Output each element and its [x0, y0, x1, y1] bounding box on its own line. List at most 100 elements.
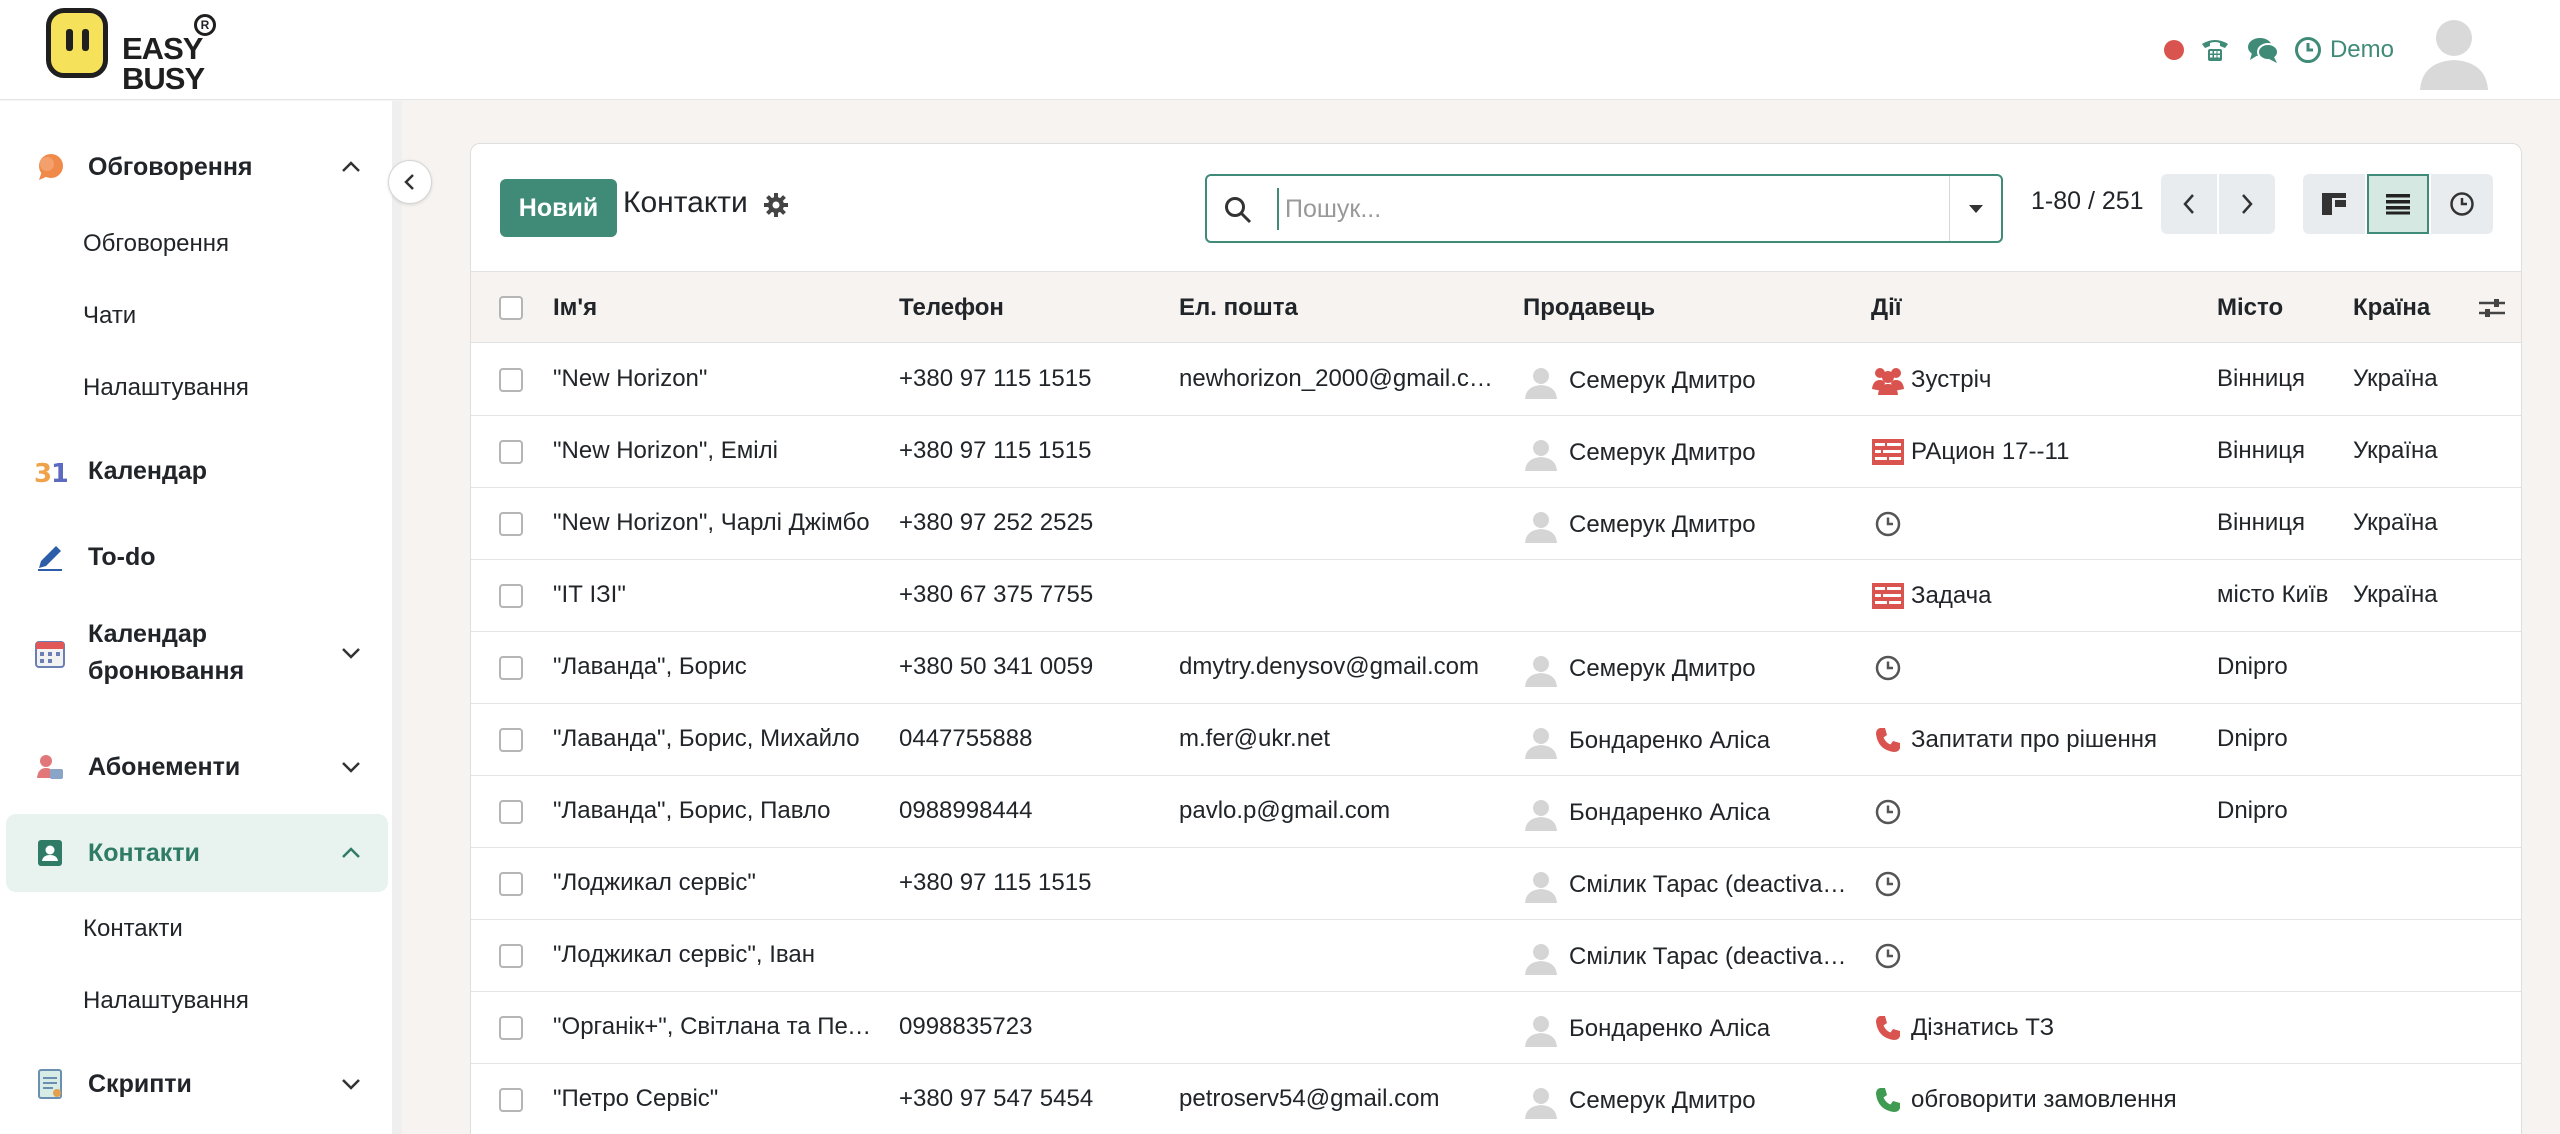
column-header-name[interactable]: Ім'я [553, 294, 597, 322]
cell-email[interactable]: dmytry.denysov@gmail.com [1179, 653, 1501, 681]
new-button[interactable]: Новий [500, 179, 617, 237]
cell-seller[interactable]: Семерук Дмитро [1523, 433, 1853, 473]
sidebar-subitem-chats[interactable]: Чати [83, 302, 136, 330]
easybusy-logo[interactable]: EASY BUSY R [46, 8, 226, 94]
chevron-down-icon[interactable] [336, 752, 366, 782]
cell-email[interactable]: petroserv54@gmail.com [1179, 1085, 1501, 1113]
cell-phone[interactable]: +380 97 547 5454 [899, 1085, 1159, 1113]
cell-phone[interactable]: +380 67 375 7755 [899, 581, 1159, 609]
cell-phone[interactable]: +380 97 252 2525 [899, 509, 1159, 537]
cell-seller[interactable]: Семерук Дмитро [1523, 505, 1853, 545]
task-list-icon[interactable] [1871, 579, 1905, 613]
sidebar-subitem-contacts[interactable]: Контакти [83, 915, 183, 943]
cell-activity[interactable]: обговорити замовлення [1871, 1080, 2193, 1120]
cell-name[interactable]: "Лоджикал сервіс" [553, 869, 875, 897]
clock-icon[interactable] [1871, 939, 1905, 973]
table-row[interactable]: "New Horizon" +380 97 115 1515 newhorizon_… [471, 344, 2521, 416]
cell-country[interactable]: Україна [2353, 509, 2483, 537]
row-checkbox[interactable] [499, 1016, 523, 1040]
cell-seller[interactable]: Бондаренко Аліса [1523, 1009, 1853, 1049]
chevron-up-icon[interactable] [336, 838, 366, 868]
pager-previous-button[interactable] [2161, 174, 2217, 234]
sidebar-item-todo[interactable]: To-do [6, 531, 388, 583]
cell-seller[interactable]: Семерук Дмитро [1523, 361, 1853, 401]
cell-phone[interactable]: 0447755888 [899, 725, 1159, 753]
table-row[interactable]: "ІТ ІЗІ" +380 67 375 7755 Задача місто Київ… [471, 560, 2521, 632]
row-checkbox[interactable] [499, 1088, 523, 1112]
cell-activity[interactable] [1871, 936, 2193, 976]
pager-next-button[interactable] [2219, 174, 2275, 234]
cell-phone[interactable]: +380 97 115 1515 [899, 869, 1159, 897]
cell-email[interactable]: newhorizon_2000@gmail.com [1179, 365, 1501, 393]
search-input[interactable] [1277, 188, 1917, 230]
cell-city[interactable]: місто Київ [2217, 581, 2347, 609]
cell-activity[interactable]: РАцион 17--11 [1871, 432, 2193, 472]
row-checkbox[interactable] [499, 728, 523, 752]
cell-seller[interactable]: Смілик Тарас (deactivated) [1523, 865, 1853, 905]
optional-columns-icon[interactable] [2477, 294, 2507, 322]
sidebar-collapse-button[interactable] [388, 160, 432, 204]
cell-phone[interactable]: +380 50 341 0059 [899, 653, 1159, 681]
cell-seller[interactable]: Семерук Дмитро [1523, 1081, 1853, 1121]
cell-seller[interactable]: Бондаренко Аліса [1523, 793, 1853, 833]
sidebar-item-scripts[interactable]: Скрипти [6, 1058, 388, 1110]
cell-country[interactable]: Україна [2353, 365, 2483, 393]
clock-icon[interactable] [1871, 651, 1905, 685]
cell-activity[interactable]: Задача [1871, 576, 2193, 616]
select-all-checkbox[interactable] [499, 296, 523, 320]
chevron-up-icon[interactable] [336, 152, 366, 182]
user-avatar[interactable] [2414, 10, 2494, 90]
row-checkbox[interactable] [499, 584, 523, 608]
pager-value[interactable]: 1-80 / 251 [2031, 187, 2144, 216]
clock-icon[interactable] [1871, 795, 1905, 829]
cell-activity[interactable]: Дізнатись ТЗ [1871, 1008, 2193, 1048]
table-row[interactable]: "Лоджикал сервіс" +380 97 115 1515 Смілик … [471, 848, 2521, 920]
table-row[interactable]: "Лаванда", Борис, Михайло 0447755888 m.fer… [471, 704, 2521, 776]
cell-seller[interactable]: Семерук Дмитро [1523, 649, 1853, 689]
sidebar-subitem-discuss-settings[interactable]: Налаштування [83, 374, 249, 402]
sidebar-subitem-contacts-settings[interactable]: Налаштування [83, 987, 249, 1015]
row-checkbox[interactable] [499, 656, 523, 680]
cell-phone[interactable]: 0988998444 [899, 797, 1159, 825]
table-row[interactable]: "Петро Сервіс" +380 97 547 5454 petroserv5… [471, 1064, 2521, 1134]
table-row[interactable]: "New Horizon", Чарлі Джімбо +380 97 252 2… [471, 488, 2521, 560]
cell-city[interactable]: Dnipro [2217, 653, 2347, 681]
cell-activity[interactable]: Зустріч [1871, 360, 2193, 400]
cell-city[interactable]: Вінниця [2217, 509, 2347, 537]
cell-email[interactable]: pavlo.p@gmail.com [1179, 797, 1501, 825]
table-row[interactable]: "Органік+", Світлана та Петро 0998835723 Б… [471, 992, 2521, 1064]
table-row[interactable]: "Лаванда", Борис, Павло 0988998444 pavlo.p… [471, 776, 2521, 848]
list-view-button[interactable] [2367, 174, 2429, 234]
sidebar-item-calendar[interactable]: 31 Календар [6, 445, 388, 497]
activity-view-button[interactable] [2431, 174, 2493, 234]
demo-activity-button[interactable]: Demo [2294, 36, 2394, 64]
table-row[interactable]: "Лаванда", Борис +380 50 341 0059 dmytry.d… [471, 632, 2521, 704]
cell-country[interactable]: Україна [2353, 581, 2483, 609]
cell-phone[interactable]: +380 97 115 1515 [899, 437, 1159, 465]
cell-activity[interactable] [1871, 648, 2193, 688]
cell-name[interactable]: "New Horizon" [553, 365, 875, 393]
cell-name[interactable]: "ІТ ІЗІ" [553, 581, 875, 609]
cell-name[interactable]: "New Horizon", Емілі [553, 437, 875, 465]
cell-email[interactable]: m.fer@ukr.net [1179, 725, 1501, 753]
column-header-phone[interactable]: Телефон [899, 294, 1004, 322]
row-checkbox[interactable] [499, 512, 523, 536]
clock-icon[interactable] [1871, 507, 1905, 541]
table-row[interactable]: "New Horizon", Емілі +380 97 115 1515 Семе… [471, 416, 2521, 488]
cell-activity[interactable] [1871, 864, 2193, 904]
cell-name[interactable]: "Лаванда", Борис, Михайло [553, 725, 875, 753]
cell-phone[interactable]: +380 97 115 1515 [899, 365, 1159, 393]
meeting-people-icon[interactable] [1871, 363, 1905, 397]
sidebar-subitem-discuss[interactable]: Обговорення [83, 230, 229, 258]
gear-icon[interactable] [763, 192, 789, 218]
sidebar-item-booking-calendar[interactable]: Календар бронювання [6, 611, 388, 695]
row-checkbox[interactable] [499, 440, 523, 464]
table-row[interactable]: "Лоджикал сервіс", Іван Смілик Тарас (dea… [471, 920, 2521, 992]
column-header-seller[interactable]: Продавець [1523, 294, 1655, 322]
row-checkbox[interactable] [499, 872, 523, 896]
cell-seller[interactable]: Бондаренко Аліса [1523, 721, 1853, 761]
phone-red-icon[interactable] [1871, 723, 1905, 757]
chat-icon[interactable] [2246, 33, 2280, 67]
record-indicator-icon[interactable] [2163, 40, 2184, 60]
cell-city[interactable]: Dnipro [2217, 725, 2347, 753]
